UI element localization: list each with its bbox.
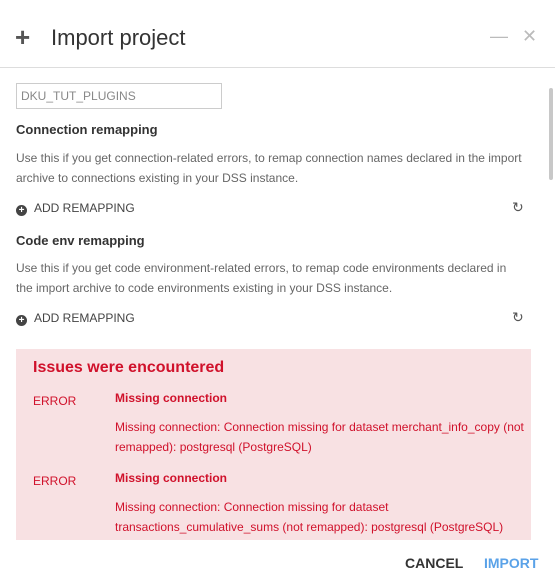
plus-icon: + [15, 22, 31, 52]
modal-header: + Import project — ✕ [0, 0, 555, 68]
issues-panel: Issues were encountered ERROR Missing co… [16, 349, 531, 540]
close-icon[interactable]: ✕ [522, 26, 537, 47]
issues-title: Issues were encountered [33, 359, 225, 376]
connection-remapping-description: Use this if you get connection-related e… [16, 151, 522, 185]
refresh-icon[interactable]: ↻ [512, 199, 524, 216]
add-remapping-label: ADD REMAPPING [34, 201, 135, 215]
plus-circle-icon: + [16, 205, 27, 216]
issue-title: Missing connection [115, 391, 228, 405]
refresh-icon[interactable]: ↻ [512, 309, 524, 326]
connection-remapping-heading: Connection remapping [16, 122, 158, 137]
issue-level: ERROR [33, 394, 77, 408]
project-key-input[interactable] [16, 83, 222, 109]
issue-title: Missing connection [115, 471, 228, 485]
scrollbar[interactable] [549, 88, 553, 180]
add-remapping-label: ADD REMAPPING [34, 311, 135, 325]
add-code-env-remapping-button[interactable]: + ADD REMAPPING [16, 311, 135, 326]
code-env-remapping-heading: Code env remapping [16, 233, 145, 248]
add-connection-remapping-button[interactable]: + ADD REMAPPING [16, 201, 135, 216]
issue-detail: Missing connection: Connection missing f… [115, 500, 504, 534]
minimize-icon[interactable]: — [490, 26, 508, 47]
modal-title: Import project [51, 25, 186, 50]
cancel-button[interactable]: CANCEL [405, 555, 463, 571]
plus-circle-icon: + [16, 315, 27, 326]
issue-level: ERROR [33, 474, 77, 488]
issue-detail: Missing connection: Connection missing f… [115, 420, 524, 454]
code-env-remapping-description: Use this if you get code environment-rel… [16, 261, 507, 295]
modal-body: Connection remapping Use this if you get… [0, 69, 555, 540]
import-button[interactable]: IMPORT [484, 555, 538, 571]
